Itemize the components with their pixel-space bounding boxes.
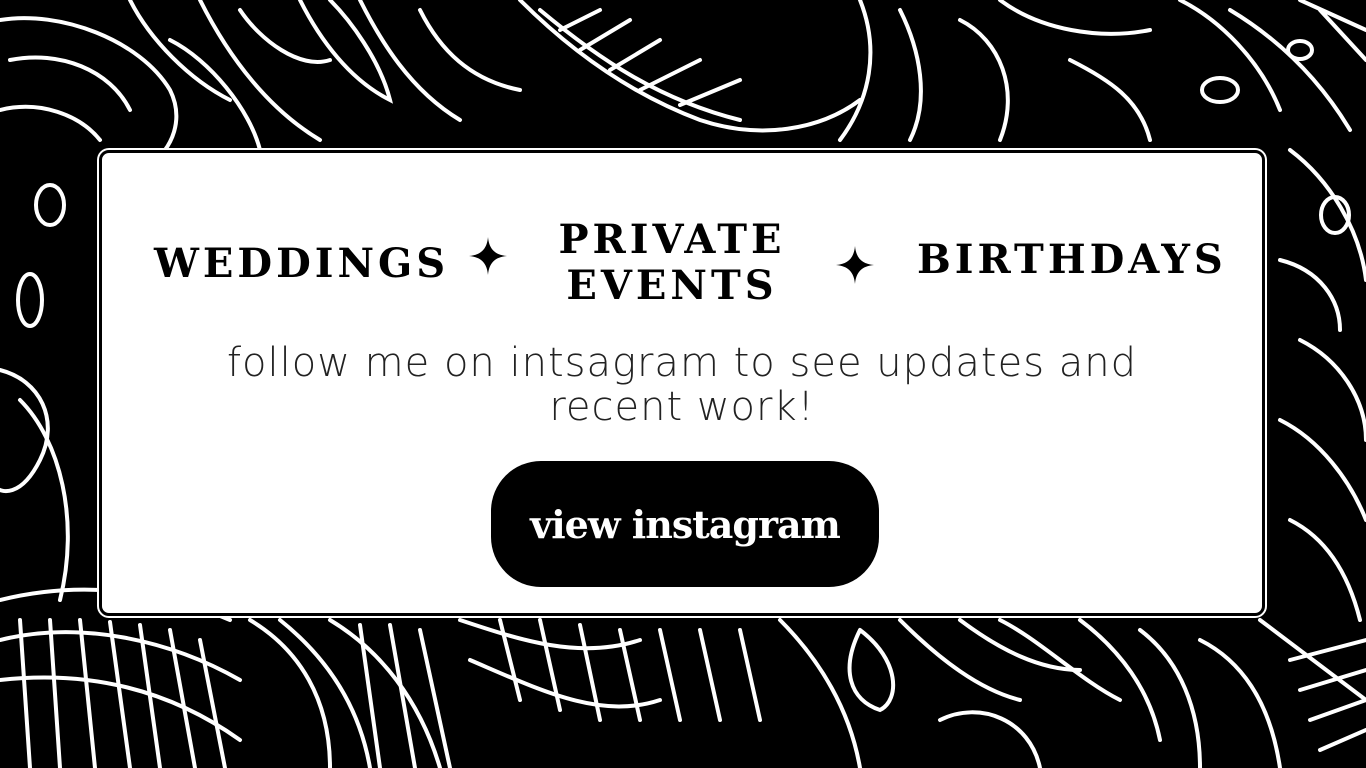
service-birthdays: BIRTHDAYS [917, 236, 1227, 283]
service-private-events: PRIVATE EVENTS [558, 216, 786, 309]
four-point-star-icon [836, 246, 874, 284]
service-weddings: WEDDINGS [154, 240, 450, 287]
four-point-star-icon [469, 237, 507, 275]
view-instagram-button[interactable]: view instagram [491, 461, 879, 587]
services-card: WEDDINGS PRIVATE EVENTS BIRTHDAYS follow… [99, 150, 1265, 616]
tagline: follow me on intsagram to see updates an… [226, 340, 1138, 430]
